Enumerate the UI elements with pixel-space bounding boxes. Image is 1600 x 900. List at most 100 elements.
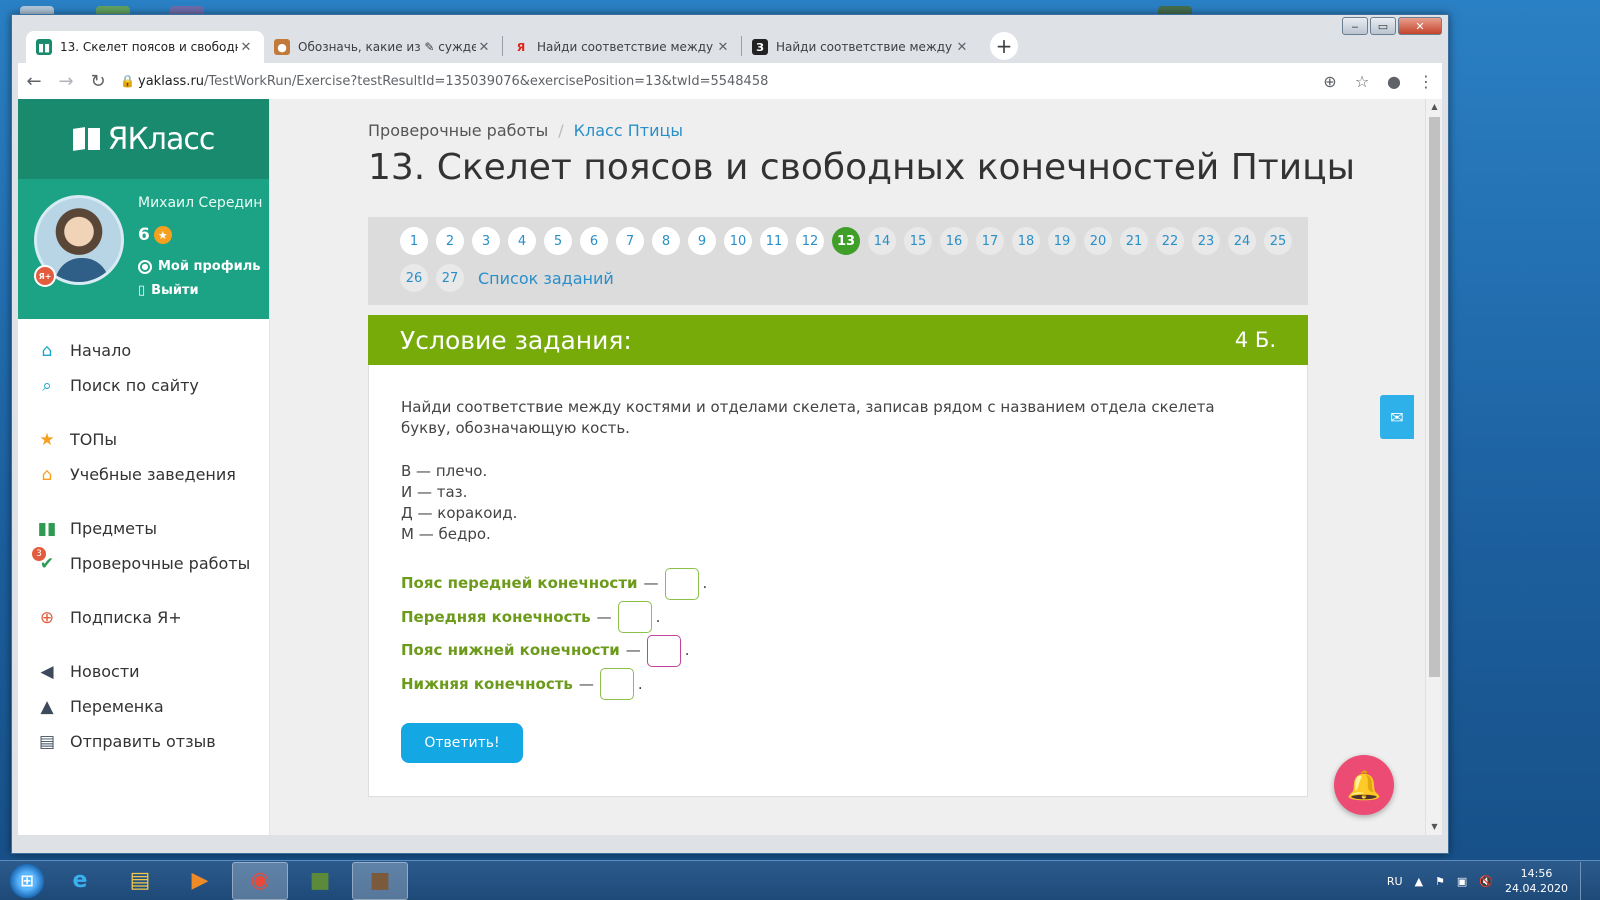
page-number-current[interactable]: 13 (832, 227, 860, 255)
page-number[interactable]: 8 (652, 227, 680, 255)
page-scrollbar[interactable]: ▲ ▼ (1425, 99, 1442, 835)
breadcrumb-current[interactable]: Класс Птицы (574, 121, 683, 140)
close-tab-icon[interactable]: ✕ (715, 40, 731, 55)
sidebar-item-subjects[interactable]: ▮▮ Предметы (18, 511, 269, 546)
page-number[interactable]: 12 (796, 227, 824, 255)
close-tab-icon[interactable]: ✕ (476, 40, 492, 55)
task-list-link[interactable]: Список заданий (478, 269, 614, 288)
page-number[interactable]: 17 (976, 227, 1004, 255)
minimize-button[interactable]: ‒ (1342, 17, 1368, 35)
bookmark-star-icon[interactable]: ☆ (1346, 65, 1378, 97)
notification-count-badge: 3 (32, 546, 46, 561)
sidebar-item-institutions[interactable]: ⌂ Учебные заведения (18, 457, 269, 492)
page-number[interactable]: 14 (868, 227, 896, 255)
page-number[interactable]: 4 (508, 227, 536, 255)
site-logo[interactable]: ЯКласс (18, 99, 269, 179)
page-number[interactable]: 23 (1192, 227, 1220, 255)
sidebar-item-news[interactable]: ◀ Новости (18, 654, 269, 689)
clock[interactable]: 14:56 24.04.2020 (1505, 866, 1568, 896)
close-window-button[interactable]: ✕ (1398, 17, 1442, 35)
page-viewport: ЯКласс Я+ Михаил Середин 6 ★ ● Мой профи… (18, 99, 1442, 835)
back-arrow-icon[interactable]: ← (18, 65, 50, 97)
file-explorer-icon[interactable]: ▤ (112, 862, 168, 900)
page-number[interactable]: 7 (616, 227, 644, 255)
submit-answer-button[interactable]: Ответить! (401, 723, 523, 763)
sidebar-item-home[interactable]: ⌂ Начало (18, 333, 269, 368)
page-number[interactable]: 15 (904, 227, 932, 255)
internet-explorer-icon[interactable]: e (52, 862, 108, 900)
page-number[interactable]: 19 (1048, 227, 1076, 255)
page-number[interactable]: 16 (940, 227, 968, 255)
more-menu-icon[interactable]: ⋮ (1410, 65, 1442, 97)
answer-label: Передняя конечность (401, 607, 591, 626)
page-number[interactable]: 2 (436, 227, 464, 255)
page-number[interactable]: 21 (1120, 227, 1148, 255)
close-tab-icon[interactable]: ✕ (954, 40, 970, 55)
chrome-icon[interactable]: ◉ (232, 861, 288, 900)
sidebar-item-break[interactable]: ▲ Переменка (18, 689, 269, 724)
sidebar-item-subscription[interactable]: ⊕ Подписка Я+ (18, 600, 269, 635)
flag-icon[interactable]: ⚑ (1435, 875, 1445, 888)
bone-item: И — таз. (401, 483, 468, 501)
page-number[interactable]: 27 (436, 264, 464, 292)
close-tab-icon[interactable]: ✕ (238, 40, 254, 55)
reload-icon[interactable]: ↻ (82, 65, 114, 97)
scroll-down-arrow-icon[interactable]: ▼ (1426, 819, 1442, 835)
install-app-icon[interactable]: ⊕ (1314, 65, 1346, 97)
page-number[interactable]: 20 (1084, 227, 1112, 255)
media-player-icon[interactable]: ▶ (172, 862, 228, 900)
page-number[interactable]: 5 (544, 227, 572, 255)
answer-label: Пояс нижней конечности (401, 641, 620, 660)
answer-input[interactable] (599, 668, 634, 701)
answer-input-focused[interactable] (646, 634, 681, 667)
user-name[interactable]: Михаил Середин (138, 195, 262, 211)
dash: — (578, 674, 594, 693)
sidebar-item-search[interactable]: ⌕ Поиск по сайту (18, 368, 269, 403)
score-value: 6 (138, 225, 150, 245)
forward-arrow-icon[interactable]: → (50, 65, 82, 97)
address-bar[interactable]: 🔒 yaklass.ru/TestWorkRun/Exercise?testRe… (120, 67, 1314, 95)
browser-tab[interactable]: З Найди соответствие между кос ✕ (742, 31, 980, 63)
browser-tab[interactable]: Я Найди соответствие между кос ✕ (503, 31, 741, 63)
browser-tab[interactable]: ● Обозначь, какие из ✎ суждени ✕ (264, 31, 502, 63)
volume-muted-icon[interactable]: 🔇 (1479, 875, 1493, 888)
new-tab-button[interactable]: + (990, 32, 1018, 60)
logout-link[interactable]: ▯ Выйти (138, 283, 199, 298)
browser-tab-active[interactable]: ▮▮ 13. Скелет поясов и свободных ✕ (26, 31, 264, 63)
sidebar-item-tests[interactable]: ✔ 3 Проверочные работы (18, 546, 269, 581)
minecraft-icon[interactable]: ■ (292, 862, 348, 900)
star-icon: ★ (153, 226, 172, 244)
page-number[interactable]: 26 (400, 264, 428, 292)
page-number[interactable]: 24 (1228, 227, 1256, 255)
answer-label: Пояс передней конечности (401, 574, 638, 593)
start-button[interactable]: ⊞ (6, 861, 48, 900)
breadcrumb-root[interactable]: Проверочные работы (368, 121, 548, 140)
scroll-thumb[interactable] (1429, 117, 1440, 677)
page-number[interactable]: 3 (472, 227, 500, 255)
page-number[interactable]: 9 (688, 227, 716, 255)
page-number[interactable]: 11 (760, 227, 788, 255)
account-icon[interactable]: ● (1378, 65, 1410, 97)
sidebar-item-tops[interactable]: ★ ТОПы (18, 422, 269, 457)
show-desktop-button[interactable] (1580, 862, 1590, 900)
notification-bell-icon[interactable]: 🔔 (1334, 755, 1394, 815)
minecraft-launcher-icon[interactable]: ■ (352, 861, 408, 900)
page-number[interactable]: 6 (580, 227, 608, 255)
network-icon[interactable]: ▣ (1457, 875, 1467, 888)
my-profile-link[interactable]: ● Мой профиль (138, 259, 260, 274)
window-controls: ‒ ▭ ✕ (1342, 17, 1442, 35)
page-number[interactable]: 22 (1156, 227, 1184, 255)
sidebar-item-feedback[interactable]: ▤ Отправить отзыв (18, 724, 269, 759)
bone-item: Д — коракоид. (401, 504, 518, 522)
page-number[interactable]: 18 (1012, 227, 1040, 255)
page-number[interactable]: 25 (1264, 227, 1292, 255)
language-indicator[interactable]: RU (1387, 875, 1403, 888)
answer-input[interactable] (664, 567, 699, 600)
page-number[interactable]: 10 (724, 227, 752, 255)
scroll-up-arrow-icon[interactable]: ▲ (1426, 99, 1442, 115)
page-number[interactable]: 1 (400, 227, 428, 255)
tray-expand-icon[interactable]: ▲ (1415, 875, 1423, 888)
answer-input[interactable] (617, 601, 652, 634)
maximize-button[interactable]: ▭ (1370, 17, 1396, 35)
mail-icon[interactable]: ✉ (1380, 395, 1414, 439)
